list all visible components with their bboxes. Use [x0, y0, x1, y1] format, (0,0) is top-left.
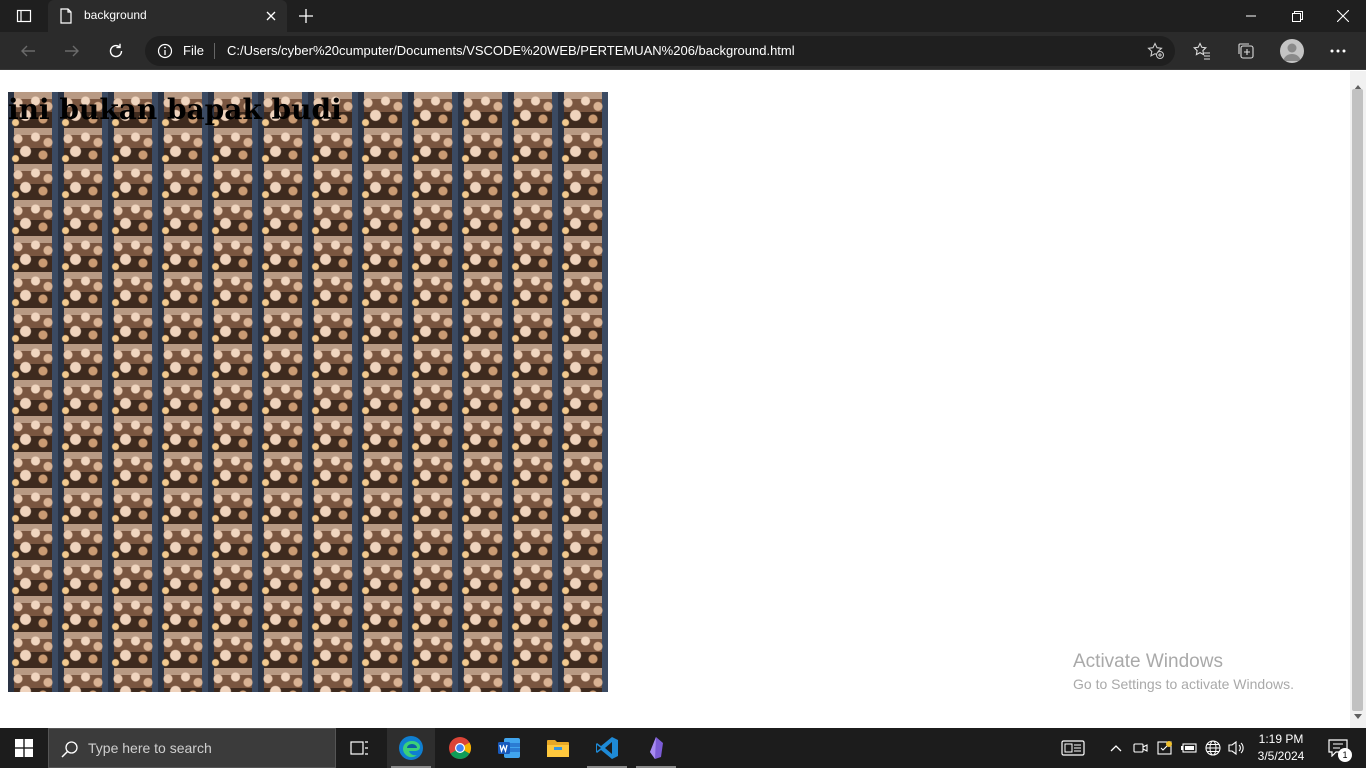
battery-icon[interactable] [1178, 728, 1200, 768]
taskbar-search-box[interactable]: Type here to search [48, 728, 336, 768]
notification-center-icon[interactable]: 1 [1318, 728, 1358, 768]
notification-badge: 1 [1338, 748, 1352, 762]
network-globe-icon[interactable] [1202, 728, 1224, 768]
clock-time: 1:19 PM [1258, 732, 1304, 746]
close-window-icon[interactable] [1320, 0, 1366, 32]
task-view-icon[interactable] [336, 728, 384, 768]
chrome-app-icon[interactable] [436, 728, 484, 768]
windows-start-icon[interactable] [0, 728, 48, 768]
vertical-scrollbar[interactable] [1350, 71, 1366, 728]
new-tab-icon[interactable] [296, 6, 316, 26]
browser-toolbar: File C:/Users/cyber%20cumputer/Documents… [0, 32, 1366, 70]
more-options-icon[interactable] [1323, 36, 1353, 66]
browser-tab[interactable]: background [48, 0, 287, 32]
search-icon [61, 740, 79, 762]
refresh-icon[interactable] [101, 36, 131, 66]
news-widget-icon[interactable] [1056, 728, 1090, 768]
scrollbar-thumb[interactable] [1352, 89, 1363, 711]
scroll-down-icon[interactable] [1354, 705, 1362, 724]
edge-app-icon[interactable] [387, 728, 435, 768]
profile-avatar[interactable] [1277, 36, 1307, 66]
minimize-icon[interactable] [1228, 0, 1274, 32]
tiled-background-image [8, 92, 608, 692]
tab-title: background [84, 8, 147, 22]
meet-now-icon[interactable] [1130, 728, 1152, 768]
page-viewport: ini bukan bapak budi [0, 71, 1350, 728]
search-placeholder: Type here to search [88, 740, 212, 756]
activate-windows-watermark: Activate Windows Go to Settings to activ… [1073, 651, 1294, 692]
security-alert-icon[interactable] [1154, 728, 1176, 768]
vscode-app-icon[interactable] [583, 728, 631, 768]
windows-taskbar: Type here to search 1:19 PM 3/5/2024 1 [0, 728, 1366, 768]
page-heading: ini bukan bapak budi [8, 93, 342, 126]
tab-actions-icon[interactable] [8, 4, 40, 28]
address-url[interactable]: C:/Users/cyber%20cumputer/Documents/VSCO… [227, 43, 795, 58]
browser-titlebar: background [0, 0, 1366, 32]
volume-icon[interactable] [1226, 728, 1248, 768]
show-hidden-icons-icon[interactable] [1106, 728, 1126, 768]
back-icon[interactable] [13, 36, 43, 66]
word-app-icon[interactable] [485, 728, 533, 768]
address-separator [214, 43, 215, 59]
collections-icon[interactable] [1231, 36, 1261, 66]
taskbar-clock[interactable]: 1:19 PM 3/5/2024 [1252, 731, 1310, 765]
page-icon [59, 8, 73, 28]
site-info-icon[interactable] [157, 43, 173, 63]
watermark-subtitle: Go to Settings to activate Windows. [1073, 676, 1294, 692]
close-tab-icon[interactable] [263, 8, 279, 24]
add-favorite-icon[interactable] [1147, 42, 1165, 64]
favorites-icon[interactable] [1187, 36, 1217, 66]
restore-icon[interactable] [1274, 0, 1320, 32]
obsidian-app-icon[interactable] [632, 728, 680, 768]
address-scheme: File [183, 43, 204, 58]
clock-date: 3/5/2024 [1257, 749, 1305, 763]
watermark-title: Activate Windows [1073, 651, 1223, 672]
forward-icon[interactable] [57, 36, 87, 66]
file-explorer-app-icon[interactable] [534, 728, 582, 768]
address-bar[interactable]: File C:/Users/cyber%20cumputer/Documents… [145, 36, 1175, 66]
